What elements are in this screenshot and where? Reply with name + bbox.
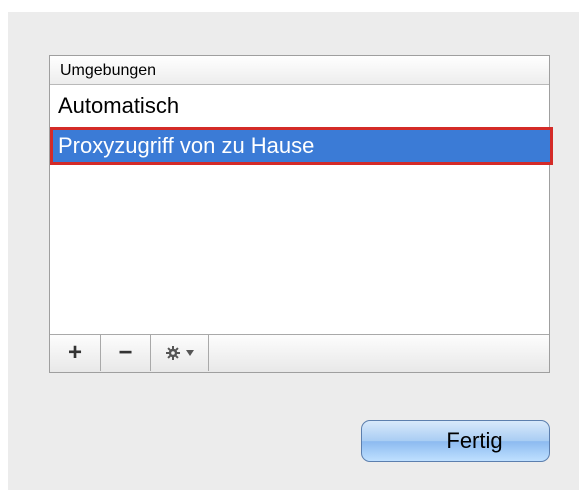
remove-button[interactable]: − bbox=[101, 335, 151, 371]
list-item-label: Automatisch bbox=[58, 93, 180, 118]
action-menu-button[interactable] bbox=[151, 335, 209, 371]
list-header-label: Umgebungen bbox=[60, 62, 157, 79]
add-button[interactable]: + bbox=[50, 335, 101, 371]
list-toolbar: + − bbox=[50, 334, 549, 372]
gear-icon bbox=[165, 346, 180, 360]
chevron-down-icon bbox=[185, 350, 194, 356]
done-button[interactable]: Fertig bbox=[361, 420, 550, 462]
list-header: Umgebungen bbox=[50, 56, 549, 85]
list-item-label: Proxyzugriff von zu Hause bbox=[58, 133, 315, 158]
done-button-label: Fertig bbox=[446, 428, 503, 453]
environments-list: Umgebungen Automatisch Proxyzugriff von … bbox=[49, 55, 553, 373]
list-item-automatic[interactable]: Automatisch bbox=[50, 89, 549, 124]
list-item-home-proxy[interactable]: Proxyzugriff von zu Hause bbox=[50, 127, 553, 165]
minus-icon: − bbox=[118, 339, 133, 366]
plus-icon: + bbox=[67, 339, 82, 366]
